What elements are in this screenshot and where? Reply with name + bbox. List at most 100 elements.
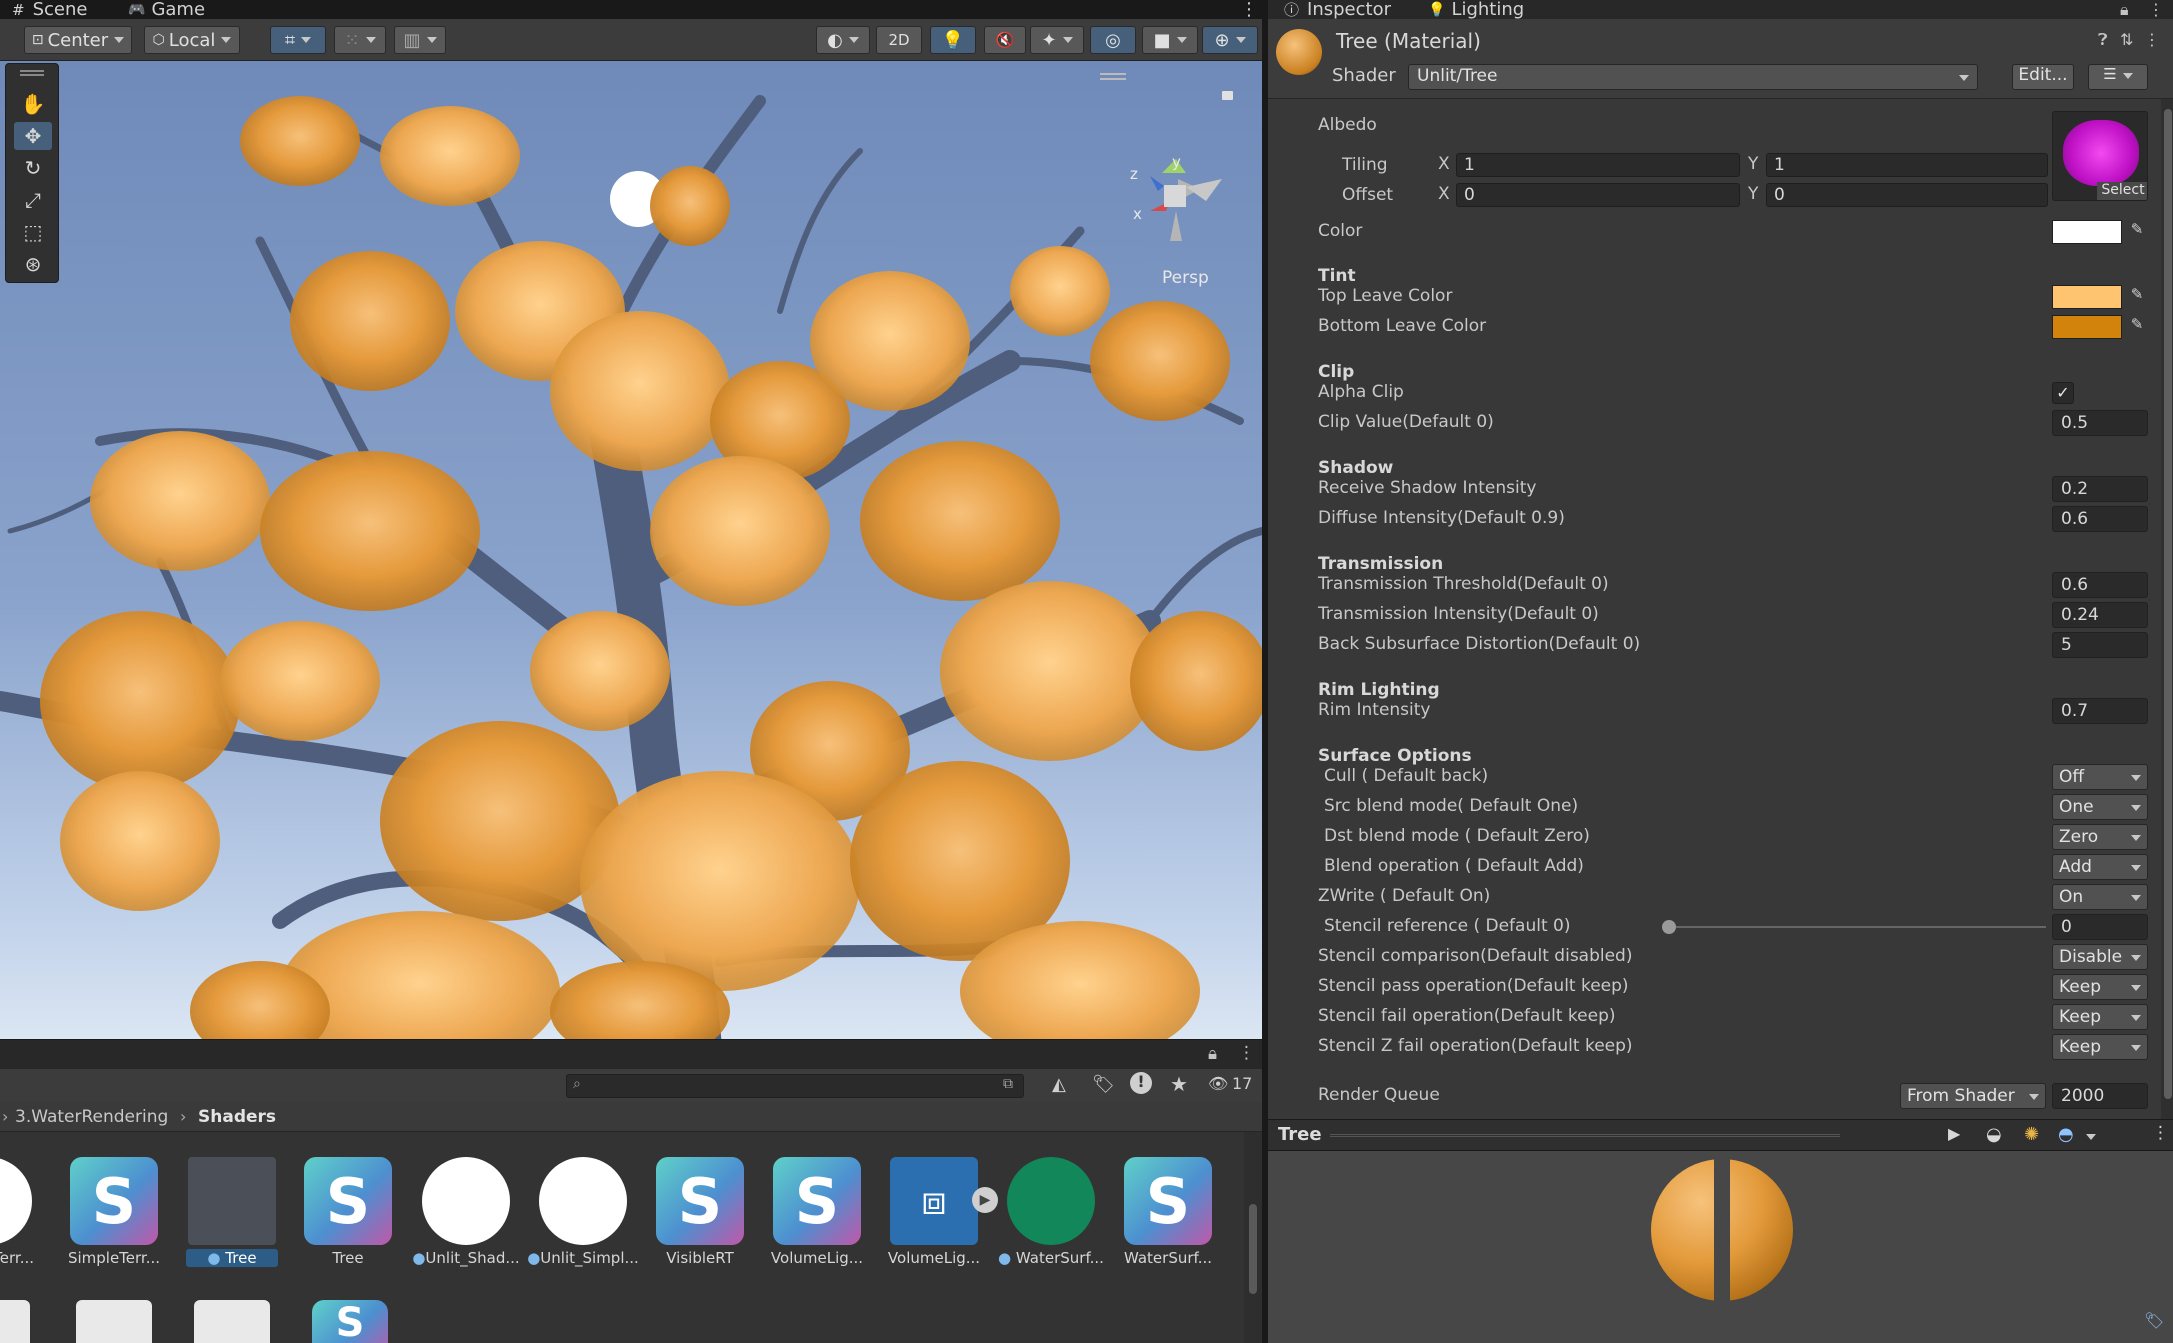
palette-drag-handle[interactable] [20, 70, 44, 72]
increment-snap-button[interactable]: ⁙ [334, 26, 386, 54]
stencil-ref-field[interactable]: 0 [2052, 914, 2148, 940]
tiling-y-field[interactable]: 1 [1766, 153, 2048, 177]
rim-intensity-field[interactable]: 0.7 [2052, 698, 2148, 724]
gizmo-projection-label[interactable]: Persp [1162, 268, 1209, 288]
eyedropper-icon[interactable]: ✎ [2126, 220, 2148, 244]
breadcrumb-current[interactable]: Shaders [198, 1107, 276, 1127]
asset-item[interactable]: ●Unlit_Shad... [412, 1157, 520, 1267]
help-icon[interactable]: ❓︎ [2098, 30, 2108, 50]
tab-scene[interactable]: # Scene [4, 0, 95, 20]
asset-item[interactable]: S VisibleRT [650, 1157, 750, 1267]
shader-dropdown[interactable]: Unlit/Tree [1408, 64, 1978, 90]
preview-lights-icon[interactable]: ✺ [2024, 1124, 2039, 1145]
project-search-input[interactable]: ⌕ ⧉ [566, 1074, 1024, 1098]
rotate-tool-icon[interactable]: ↻ [14, 154, 52, 182]
scene-orientation-gizmo[interactable]: y z x Persp [1130, 153, 1222, 288]
render-queue-field[interactable]: 2000 [2052, 1083, 2148, 1109]
color-swatch[interactable] [2052, 220, 2122, 244]
gizmos-button[interactable]: ⊕ [1202, 26, 1258, 54]
log-icon[interactable]: ! [1130, 1072, 1152, 1094]
shader-options-dropdown[interactable]: ☰ [2088, 64, 2148, 90]
inspector-scrollbar[interactable] [2161, 99, 2173, 1119]
zwrite-dropdown[interactable]: On [2052, 884, 2148, 910]
pivot-rotation-dropdown[interactable]: ⬡ Local [144, 26, 240, 54]
grid-snap-button[interactable]: ⌗ [270, 26, 326, 54]
search-settings-icon[interactable]: ⧉ [1003, 1076, 1013, 1092]
tab-inspector[interactable]: ⓘ Inspector [1276, 0, 1399, 20]
project-lock-icon[interactable]: 🔒︎ [1208, 1044, 1217, 1064]
preset-icon[interactable]: ⇅ [2120, 30, 2133, 49]
camera-settings-button[interactable]: ■ [1142, 26, 1198, 54]
material-more-icon[interactable]: ⋮ [2144, 30, 2160, 49]
favorite-star-icon[interactable]: ★ [1170, 1072, 1188, 1096]
scene-viewport[interactable]: y z x Persp [0, 61, 1262, 1039]
play-icon[interactable]: ▶ [1948, 1124, 1960, 1143]
lighting-toggle[interactable]: 💡 [930, 26, 976, 54]
preview-more-icon[interactable]: ⋮ [2152, 1123, 2169, 1143]
gizmo-lock-icon[interactable] [1222, 91, 1233, 100]
search-by-type-icon[interactable]: ◭ [1052, 1074, 1066, 1095]
inspector-scrollbar-thumb[interactable] [2164, 109, 2172, 1099]
asset-item[interactable]: S WaterSurf... [1118, 1157, 1218, 1267]
asset-item[interactable]: S Tree [298, 1157, 398, 1267]
clip-value-field[interactable]: 0.5 [2052, 410, 2148, 436]
edit-shader-button[interactable]: Edit... [2012, 64, 2074, 90]
bottom-leave-color-swatch[interactable] [2052, 315, 2122, 339]
asset-item[interactable]: S SimpleTerr... [64, 1157, 164, 1267]
asset-item[interactable]: SimpleTerr... [0, 1157, 38, 1267]
top-leave-color-swatch[interactable] [2052, 285, 2122, 309]
hand-tool-icon[interactable]: ✋ [14, 90, 52, 118]
rect-tool-icon[interactable]: ⬚ [14, 218, 52, 246]
asset-scrollbar[interactable] [1244, 1132, 1262, 1343]
grid-visibility-button[interactable]: ▥ [394, 26, 446, 54]
alpha-clip-checkbox[interactable]: ✓ [2052, 382, 2074, 404]
scene-more-icon[interactable]: ⋮ [1232, 0, 1266, 20]
blend-op-dropdown[interactable]: Add [2052, 854, 2148, 880]
offset-y-field[interactable]: 0 [1766, 183, 2048, 207]
shader-icon[interactable]: S [312, 1300, 388, 1343]
scene-visibility-toggle[interactable]: ◎ [1090, 26, 1136, 54]
effects-toggle[interactable]: ✦ [1030, 26, 1084, 54]
src-blend-dropdown[interactable]: One [2052, 794, 2148, 820]
cull-dropdown[interactable]: Off [2052, 764, 2148, 790]
render-queue-mode-dropdown[interactable]: From Shader [1900, 1083, 2046, 1109]
asset-item[interactable]: ●Unlit_Simpl... [527, 1157, 639, 1267]
asset-label-icon[interactable]: 🏷︎ [2144, 1311, 2164, 1330]
stencil-comparison-dropdown[interactable]: Disable [2052, 944, 2148, 970]
transmission-threshold-field[interactable]: 0.6 [2052, 572, 2148, 598]
project-more-icon[interactable]: ⋮ [1238, 1043, 1255, 1063]
inspector-more-icon[interactable]: ⋮ [2148, 0, 2164, 19]
preview-mesh-icon[interactable]: ◒ [1986, 1124, 2002, 1145]
asset-item[interactable] [76, 1300, 152, 1343]
expand-play-icon[interactable]: ▶ [972, 1187, 998, 1213]
tab-lighting[interactable]: 💡 Lighting [1420, 0, 1532, 20]
transmission-intensity-field[interactable]: 0.24 [2052, 602, 2148, 628]
move-tool-icon[interactable]: ✥ [14, 122, 52, 150]
subsurface-distortion-field[interactable]: 5 [2052, 632, 2148, 658]
stencil-ref-slider-thumb[interactable] [1662, 920, 1676, 934]
stencil-pass-dropdown[interactable]: Keep [2052, 974, 2148, 1000]
search-by-label-icon[interactable]: 🏷︎ [1092, 1074, 1115, 1095]
preview-sphere-icon[interactable]: ◓ [2058, 1124, 2074, 1145]
dst-blend-dropdown[interactable]: Zero [2052, 824, 2148, 850]
stencil-fail-dropdown[interactable]: Keep [2052, 1004, 2148, 1030]
asset-item[interactable]: ⧈ ▶ VolumeLig... [884, 1157, 998, 1267]
receive-shadow-field[interactable]: 0.2 [2052, 476, 2148, 502]
eyedropper-icon[interactable]: ✎ [2126, 285, 2148, 309]
transform-tool-icon[interactable]: ⊛ [14, 250, 52, 278]
breadcrumb-parent[interactable]: 3.WaterRendering [15, 1107, 168, 1127]
tab-game[interactable]: 🎮 Game [120, 0, 213, 20]
material-preview[interactable]: 🏷︎ [1268, 1151, 2173, 1343]
preview-drag-handle[interactable] [1330, 1134, 1840, 1137]
offset-x-field[interactable]: 0 [1456, 183, 1740, 207]
diffuse-intensity-field[interactable]: 0.6 [2052, 506, 2148, 532]
hidden-packages-icon[interactable]: 👁 [1208, 1074, 1228, 1093]
inspector-lock-icon[interactable]: 🔒︎ [2120, 0, 2129, 20]
stencil-ref-slider-track[interactable] [1668, 926, 2046, 928]
draw-mode-button[interactable]: ◐ [816, 26, 870, 54]
overlay-handle-icon[interactable] [1100, 73, 1126, 75]
asset-scrollbar-thumb[interactable] [1249, 1204, 1257, 1294]
pivot-mode-dropdown[interactable]: ⊡ Center [24, 26, 132, 54]
asset-item[interactable]: ● WaterSurf... [998, 1157, 1104, 1267]
tiling-x-field[interactable]: 1 [1456, 153, 1740, 177]
